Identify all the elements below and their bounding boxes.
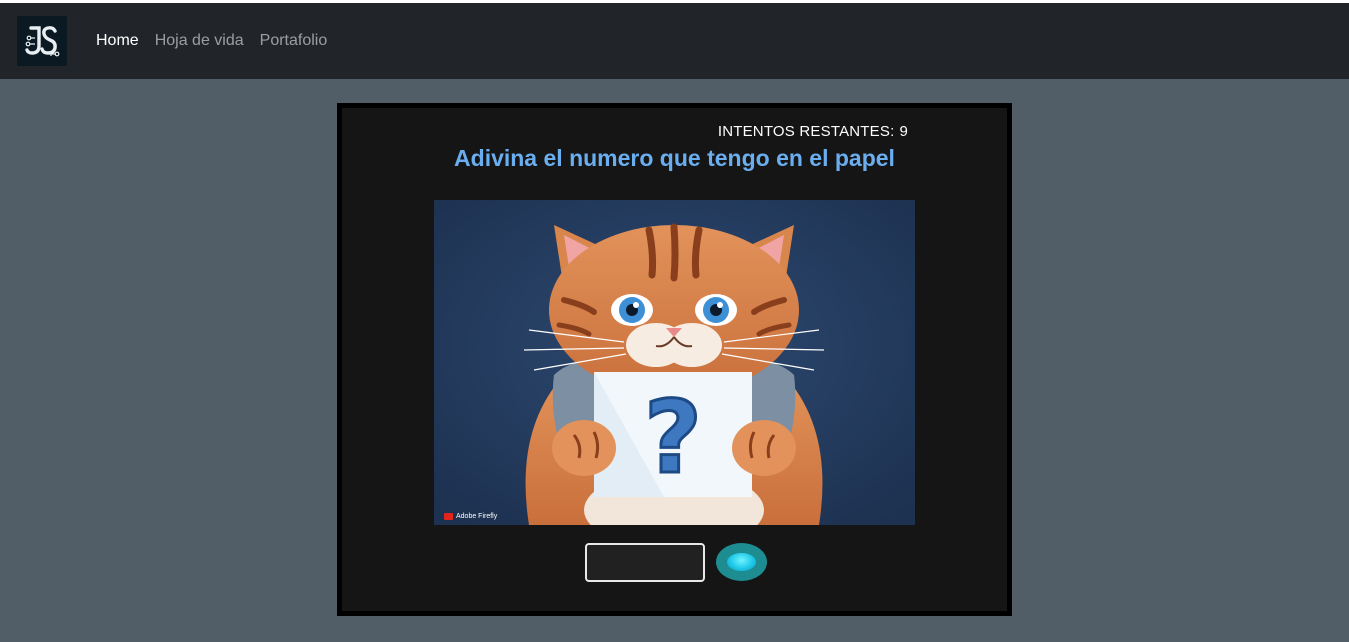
game-card: INTENTOS RESTANTES: 9 Adivina el numero q…: [337, 103, 1012, 616]
game-panel: INTENTOS RESTANTES: 9 Adivina el numero q…: [342, 108, 1007, 611]
nav-link-hoja-de-vida[interactable]: Hoja de vida: [155, 32, 244, 50]
submit-button[interactable]: [716, 543, 767, 581]
guess-input[interactable]: [585, 543, 705, 582]
attempts-value: 9: [899, 123, 908, 140]
brand-logo[interactable]: [17, 16, 67, 66]
image-watermark: Adobe Firefly: [444, 513, 497, 520]
js-logo-icon: [17, 16, 67, 66]
cat-holding-question-mark-sign: ?: [434, 200, 915, 525]
navbar: Home Hoja de vida Portafolio: [0, 3, 1349, 79]
svg-text:?: ?: [644, 379, 702, 496]
nav-link-portafolio[interactable]: Portafolio: [260, 32, 328, 50]
watermark-text: Adobe Firefly: [456, 513, 498, 520]
nav-link-home[interactable]: Home: [96, 32, 139, 50]
game-title: Adivina el numero que tengo en el papel: [454, 145, 895, 171]
cat-image: ? Adobe Firefly: [434, 200, 915, 525]
adobe-logo-icon: [444, 513, 453, 520]
nav-links: Home Hoja de vida Portafolio: [96, 32, 327, 50]
attempts-label: INTENTOS RESTANTES:: [717, 123, 895, 140]
attempts-counter: INTENTOS RESTANTES: 9: [718, 123, 908, 140]
